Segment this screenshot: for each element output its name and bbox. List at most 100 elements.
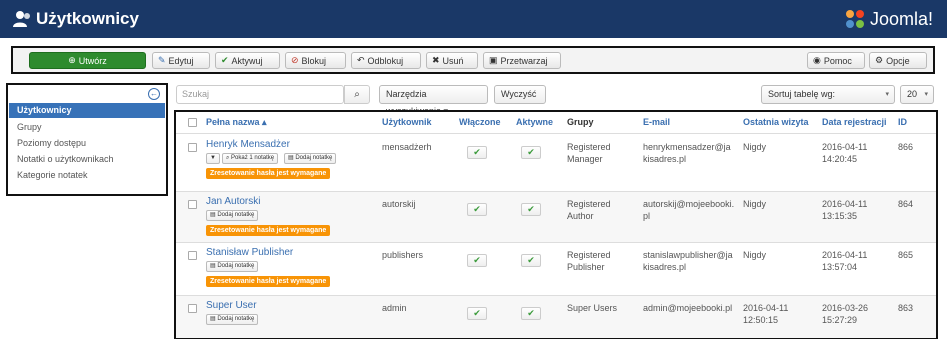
col-enabled[interactable]: Włączone: [459, 117, 501, 127]
groups-cell: Registered Publisher: [567, 250, 611, 272]
limit-select[interactable]: 20 ▾: [900, 85, 934, 104]
help-button-label: Pomoc: [823, 55, 852, 66]
publish-button-label: Aktywuj: [231, 55, 263, 66]
email-cell: admin@mojeebooki.pl: [643, 303, 733, 313]
batch-button[interactable]: ▣ Przetwarzaj: [483, 52, 561, 69]
chevron-down-icon: ▾: [885, 91, 889, 98]
delete-button[interactable]: ✖ Usuń: [426, 52, 478, 69]
password-reset-badge: Zresetowanie hasła jest wymagane: [206, 168, 331, 179]
sidebar-item-note-categories[interactable]: Kategorie notatek: [9, 168, 165, 183]
registered-cell: 2016-04-11 13:57:04: [822, 250, 868, 272]
row-checkbox[interactable]: [188, 143, 197, 152]
col-username[interactable]: Użytkownik: [382, 117, 432, 127]
unblock-button-label: Odblokuj: [367, 55, 404, 66]
block-button-label: Blokuj: [301, 55, 327, 66]
col-groups: Grupy: [567, 117, 594, 127]
block-icon: ⊘: [291, 55, 299, 65]
row-checkbox[interactable]: [188, 304, 197, 313]
enabled-toggle[interactable]: ✔: [467, 203, 487, 216]
show-notes-button[interactable]: ⌕ Pokaż 1 notatkę: [222, 153, 279, 164]
sidebar-item-access-levels[interactable]: Poziomy dostępu: [9, 136, 165, 151]
gear-icon: ⚙: [875, 55, 884, 65]
page-header: Użytkownicy Joomla!: [0, 0, 947, 38]
add-note-button[interactable]: ▤ Dodaj notatkę: [206, 261, 259, 272]
col-registered[interactable]: Data rejestracji: [822, 117, 887, 127]
username-cell: admin: [382, 303, 407, 313]
user-name-link[interactable]: Henryk Mensadżer: [206, 139, 290, 151]
check-icon: ✔: [221, 55, 229, 65]
email-cell: stanislawpublisher@jakisadres.pl: [643, 250, 733, 272]
last-visit-cell: Nigdy: [743, 250, 767, 260]
groups-cell: Registered Manager: [567, 142, 611, 164]
sort-select[interactable]: Sortuj tabelę wg: ▾: [761, 85, 895, 104]
registered-cell: 2016-04-11 14:20:45: [822, 142, 868, 164]
sidebar-item-users[interactable]: Użytkownicy: [9, 103, 165, 118]
sidebar: ← Użytkownicy Grupy Poziomy dostępu Nota…: [6, 83, 168, 196]
toolbar: ⊕ Utwórz ✎ Edytuj ✔ Aktywuj ⊘ Blokuj ↶ O…: [11, 46, 935, 74]
note-icon: ▤: [210, 316, 216, 322]
id-cell: 866: [898, 142, 914, 152]
username-cell: publishers: [382, 250, 424, 260]
activated-toggle[interactable]: ✔: [521, 203, 541, 216]
chevron-down-icon: ▾: [924, 91, 928, 98]
table-header: Pełna nazwa ▴ Użytkownik Włączone Aktywn…: [176, 112, 936, 134]
search-input[interactable]: Szukaj: [176, 85, 344, 104]
registered-cell: 2016-04-11 13:15:35: [822, 199, 868, 221]
plus-circle-icon: ⊕: [68, 55, 76, 65]
add-note-label: Dodaj notatkę: [295, 155, 333, 161]
col-name[interactable]: Pełna nazwa ▴: [206, 117, 267, 128]
clear-button[interactable]: Wyczyść: [494, 85, 546, 104]
search-tools-button[interactable]: Narzędzia wyszukiwania ▾: [379, 85, 488, 116]
col-last-visit[interactable]: Ostatnia wizyta: [743, 117, 809, 127]
col-email[interactable]: E-mail: [643, 117, 670, 127]
note-icon: ▤: [210, 263, 216, 269]
batch-icon: ▣: [489, 55, 498, 65]
search-icon[interactable]: ⌕: [344, 85, 370, 104]
unblock-button[interactable]: ↶ Odblokuj: [351, 52, 421, 69]
row-checkbox[interactable]: [188, 200, 197, 209]
user-name-link[interactable]: Super User: [206, 300, 257, 312]
edit-button[interactable]: ✎ Edytuj: [152, 52, 210, 69]
add-note-button[interactable]: ▤ Dodaj notatkę: [206, 314, 259, 325]
sidebar-item-groups[interactable]: Grupy: [9, 120, 165, 135]
table-row: Henryk Mensadżer ▼ ⌕ Pokaż 1 notatkę ▤ D…: [176, 135, 936, 192]
options-button[interactable]: ⚙ Opcje: [869, 52, 927, 69]
password-reset-badge: Zresetowanie hasła jest wymagane: [206, 276, 331, 287]
show-notes-label: Pokaż 1 notatkę: [231, 155, 275, 161]
activated-toggle[interactable]: ✔: [521, 307, 541, 320]
note-icon: ▤: [288, 155, 294, 161]
col-activated[interactable]: Aktywne: [516, 117, 553, 127]
joomla-logo[interactable]: Joomla!: [844, 8, 933, 30]
delete-icon: ✖: [432, 55, 440, 65]
activated-toggle[interactable]: ✔: [521, 254, 541, 267]
username-cell: mensadżerh: [382, 142, 432, 152]
add-note-button[interactable]: ▤ Dodaj notatkę: [206, 210, 259, 221]
row-checkbox[interactable]: [188, 251, 197, 260]
users-icon: [13, 11, 30, 27]
help-button[interactable]: ◉ Pomoc: [807, 52, 865, 69]
add-note-button[interactable]: ▤ Dodaj notatkę: [284, 153, 337, 164]
user-name-link[interactable]: Jan Autorski: [206, 196, 260, 208]
sidebar-collapse-icon[interactable]: ←: [148, 88, 160, 100]
id-cell: 863: [898, 303, 914, 313]
block-button[interactable]: ⊘ Blokuj: [285, 52, 346, 69]
new-button[interactable]: ⊕ Utwórz: [29, 52, 146, 69]
activated-toggle[interactable]: ✔: [521, 146, 541, 159]
publish-button[interactable]: ✔ Aktywuj: [215, 52, 280, 69]
sidebar-item-user-notes[interactable]: Notatki o użytkownikach: [9, 152, 165, 167]
col-id[interactable]: ID: [898, 117, 907, 127]
id-cell: 865: [898, 250, 914, 260]
user-name-link[interactable]: Stanisław Publisher: [206, 247, 293, 259]
new-button-label: Utwórz: [78, 55, 107, 66]
help-icon: ◉: [813, 55, 821, 65]
email-cell: henrykmensadzer@jakisadres.pl: [643, 142, 731, 164]
filter-notes-button[interactable]: ▼: [206, 153, 220, 164]
note-icon: ▤: [210, 212, 216, 218]
table-row: Jan Autorski ▤ Dodaj notatkę Zresetowani…: [176, 192, 936, 243]
password-reset-badge: Zresetowanie hasła jest wymagane: [206, 225, 331, 236]
enabled-toggle[interactable]: ✔: [467, 254, 487, 267]
enabled-toggle[interactable]: ✔: [467, 146, 487, 159]
enabled-toggle[interactable]: ✔: [467, 307, 487, 320]
select-all-checkbox[interactable]: [188, 118, 197, 127]
email-cell: autorskij@mojeebooki.pl: [643, 199, 735, 221]
